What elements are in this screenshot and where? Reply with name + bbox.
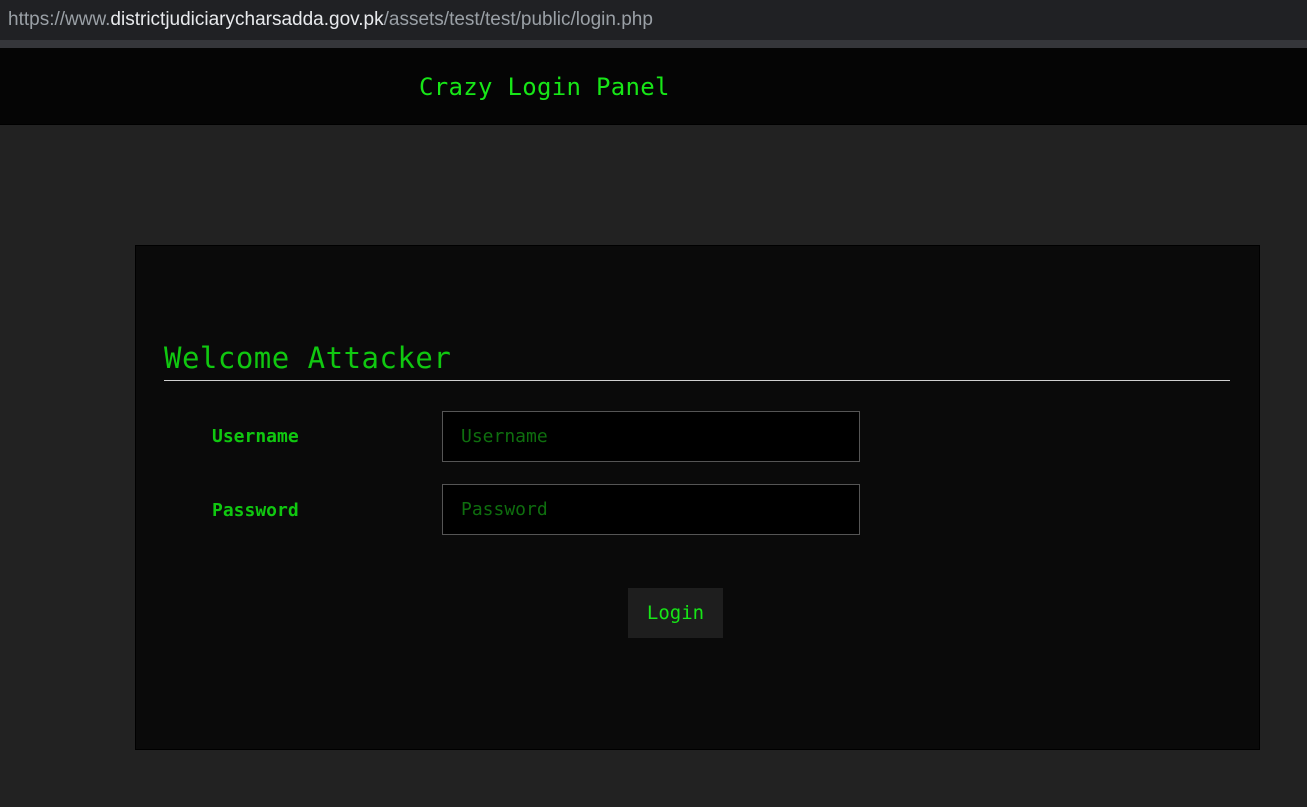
login-button[interactable]: Login xyxy=(628,588,723,638)
password-input[interactable] xyxy=(442,484,860,535)
url-path: /assets/test/test/public/login.php xyxy=(383,9,653,30)
navbar-brand[interactable]: Crazy Login Panel xyxy=(419,72,670,102)
title-divider xyxy=(164,380,1230,381)
username-input[interactable] xyxy=(442,411,860,462)
address-bar[interactable]: https://www.districtjudiciarycharsadda.g… xyxy=(0,0,1307,40)
username-label: Username xyxy=(212,426,299,447)
browser-divider xyxy=(0,40,1307,48)
login-panel: Welcome Attacker Username Password Login xyxy=(135,245,1260,750)
password-label: Password xyxy=(212,500,299,521)
top-navbar: Crazy Login Panel xyxy=(0,48,1307,125)
url-scheme: https://www. xyxy=(8,9,111,30)
url-host: districtjudiciarycharsadda.gov.pk xyxy=(110,9,384,30)
panel-title: Welcome Attacker xyxy=(164,341,452,375)
